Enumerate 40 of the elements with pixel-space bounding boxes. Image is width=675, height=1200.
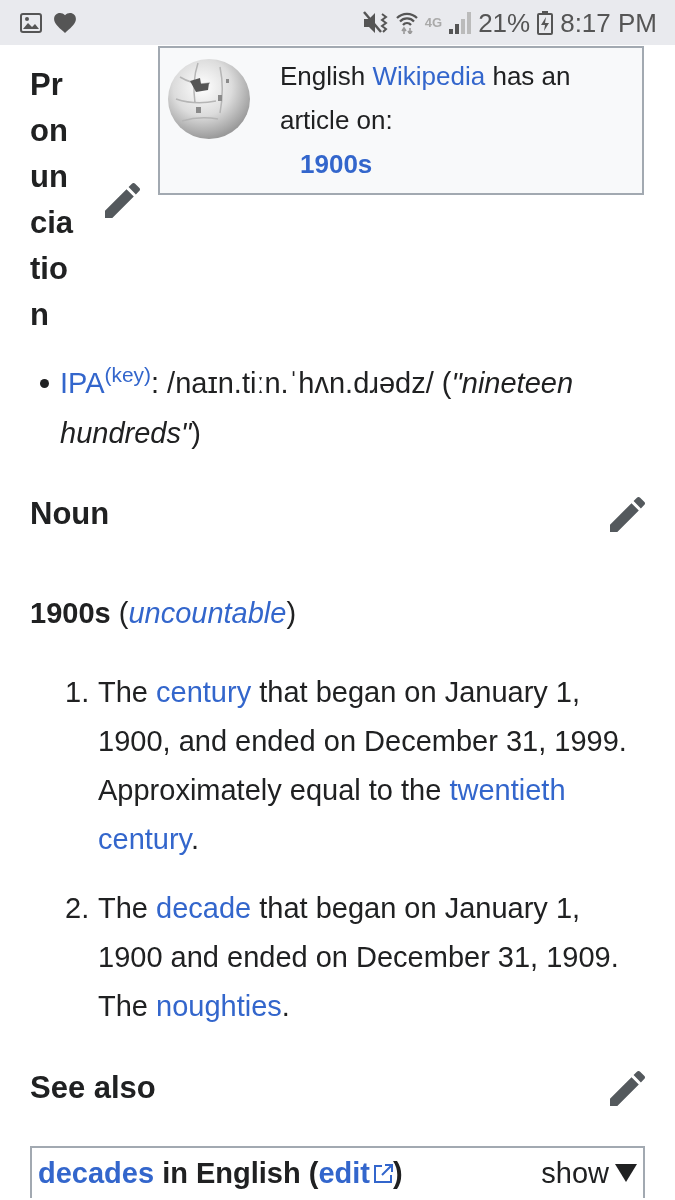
battery-icon	[537, 10, 554, 35]
section-heading: Pronunciation	[30, 66, 75, 334]
text-link[interactable]: century	[156, 676, 252, 708]
text-link[interactable]: Wikipedia	[372, 61, 486, 91]
picture-icon	[20, 12, 42, 33]
network-type: 4G	[424, 15, 443, 30]
definition-text: The century that began on January 1, 1900, and ended on December 31, 1999. Approximately equal to the twentieth century.	[98, 675, 628, 857]
globe-icon	[168, 59, 250, 139]
pronunciation-text: IPA$^{(key)}$: /naɪn.tiːn.ˈhʌn.dɹədz/ ("nineteen hundreds")	[60, 362, 575, 451]
heart-icon	[54, 12, 76, 33]
clock-time: 8:17 PM	[560, 7, 657, 38]
mute-icon	[362, 10, 389, 35]
external-link-icon	[373, 1164, 393, 1184]
section-heading: See also	[30, 1069, 156, 1107]
pencil-icon[interactable]	[610, 1070, 645, 1106]
info-text: English Wikipedia has an article on:	[280, 60, 572, 137]
section-heading: Noun	[30, 495, 110, 533]
signal-icon	[449, 11, 472, 34]
text-link[interactable]: twentieth	[449, 774, 566, 806]
list-number: 2.	[65, 891, 91, 926]
caret-icon	[615, 1164, 637, 1182]
superscript-link[interactable]: (key)	[104, 363, 151, 387]
bullet-icon	[40, 378, 49, 388]
headword-line: 1900s (uncountable)	[30, 596, 298, 631]
navbox-title: decades in English (edit )	[38, 1156, 403, 1191]
wifi-icon	[395, 11, 418, 34]
pencil-icon[interactable]	[610, 496, 645, 532]
text-link[interactable]: noughties	[156, 990, 282, 1022]
text-link[interactable]: decade	[156, 892, 252, 924]
external-link[interactable]: edit	[318, 1157, 393, 1189]
show-toggle[interactable]: show	[541, 1156, 637, 1190]
list-number: 1.	[65, 675, 91, 710]
text-link[interactable]: decades	[38, 1157, 155, 1189]
definition-text: The decade that began on January 1, 1900 and ended on December 31, 1909. The noughties.	[98, 891, 620, 1024]
text-link[interactable]: uncountable	[128, 597, 287, 629]
text-link[interactable]: IPA	[60, 367, 105, 399]
battery-percent: 21%	[478, 7, 531, 38]
article-link[interactable]: 1900s	[300, 142, 373, 186]
pencil-icon[interactable]	[105, 182, 140, 218]
text-link[interactable]: century	[98, 823, 191, 855]
